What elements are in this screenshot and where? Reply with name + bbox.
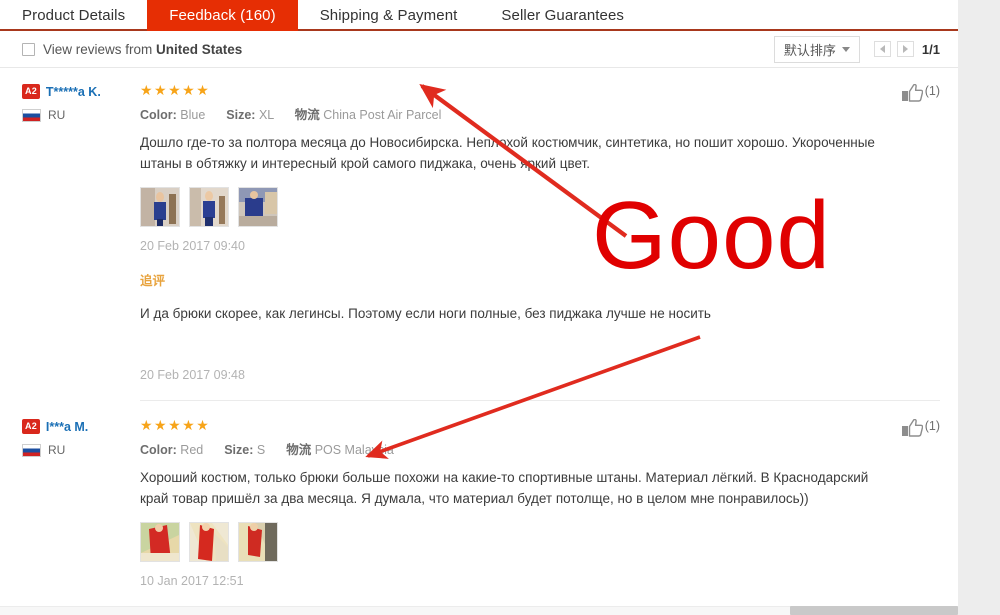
review-photo-thumbnail[interactable] — [189, 522, 229, 562]
photo-blue-outfit-1-icon — [141, 188, 179, 226]
review-photo-list — [140, 187, 896, 227]
pagination: 1/1 — [873, 41, 940, 57]
thumbs-up-icon — [901, 84, 923, 102]
flag-ru-icon — [22, 443, 41, 457]
additional-review-text: И да брюки скорее, как легинсы. Поэтому … — [140, 306, 711, 321]
attr-size-value: S — [256, 443, 266, 457]
tab-product-details-label: Product Details — [22, 7, 126, 24]
reviewer-username[interactable]: I***a M. — [46, 420, 88, 434]
country-filter-label-prefix: View reviews from — [43, 41, 157, 57]
country-filter-label: View reviews from United States — [43, 42, 242, 57]
tab-feedback[interactable]: Feedback (160) — [147, 0, 298, 31]
chevron-right-icon — [902, 45, 908, 53]
helpful-count: (1) — [924, 84, 940, 98]
photo-red-outfit-2-icon — [190, 523, 228, 561]
reviewer-username[interactable]: T*****a K. — [46, 85, 101, 99]
reviewer-info: A2 T*****a K. RU — [22, 82, 140, 382]
review-date: 20 Feb 2017 09:40 — [140, 239, 245, 253]
tab-seller-guarantees-label: Seller Guarantees — [501, 7, 625, 24]
chevron-left-icon — [879, 45, 885, 53]
page-indicator: 1/1 — [921, 41, 940, 57]
feedback-page: Product Details Feedback (160) Shipping … — [0, 0, 1000, 615]
buyer-level-badge: A2 — [22, 419, 40, 434]
attr-size-value: XL — [258, 108, 274, 122]
reviewer-name-line: A2 T*****a K. — [22, 84, 140, 99]
thumbs-up-icon — [901, 419, 923, 437]
review-attributes: Color: Red Size: S 物流 POS Malaysia — [140, 439, 896, 458]
helpful-count: (1) — [924, 419, 940, 433]
attr-size-key: Size: — [226, 108, 256, 122]
helpful-button[interactable]: (1) — [901, 82, 940, 382]
product-tab-bar: Product Details Feedback (160) Shipping … — [0, 0, 958, 31]
review-body: ★★★★★ Color: Blue Size: XL 物流 China Post… — [140, 82, 902, 382]
helpful-button[interactable]: (1) — [901, 417, 940, 588]
review-photo-thumbnail[interactable] — [140, 187, 180, 227]
photo-red-outfit-3-icon — [239, 523, 277, 561]
attr-size-key: Size: — [224, 443, 254, 457]
attr-color-value: Blue — [180, 108, 206, 122]
reviewer-info: A2 I***a M. RU — [22, 417, 140, 588]
rating-stars: ★★★★★ — [140, 417, 211, 433]
content-column: Product Details Feedback (160) Shipping … — [0, 0, 958, 615]
country-filter-checkbox[interactable] — [22, 42, 35, 56]
country-filter-checkbox-wrap[interactable]: View reviews from United States — [22, 42, 242, 57]
buyer-level-badge: A2 — [22, 84, 40, 99]
tab-feedback-label: Feedback (160) — [169, 7, 276, 24]
tab-shipping-payment-label: Shipping & Payment — [319, 7, 458, 24]
review-item: A2 T*****a K. RU ★★★★★ Color: Blue Size:… — [0, 68, 958, 382]
review-text: Дошло где-то за полтора месяца до Новоси… — [140, 135, 875, 171]
tab-seller-guarantees[interactable]: Seller Guarantees — [479, 0, 646, 31]
review-text: Хороший костюм, только брюки больше похо… — [140, 470, 869, 506]
reviewer-name-line: A2 I***a M. — [22, 419, 140, 434]
review-attributes: Color: Blue Size: XL 物流 China Post Air P… — [140, 104, 896, 123]
additional-review-date: 20 Feb 2017 09:48 — [140, 368, 245, 382]
photo-red-outfit-1-icon — [141, 523, 179, 561]
reviewer-country: RU — [22, 108, 140, 122]
attr-logistics-key: 物流 — [286, 443, 312, 457]
feedback-filter-bar: View reviews from United States 默认排序 1/1 — [0, 31, 958, 68]
horizontal-scrollbar-thumb[interactable] — [790, 606, 958, 615]
country-filter-label-country: United States — [156, 41, 243, 57]
country-code: RU — [48, 443, 66, 457]
filter-right-controls: 默认排序 1/1 — [773, 35, 940, 63]
attr-logistics-key: 物流 — [294, 108, 320, 122]
review-date: 10 Jan 2017 12:51 — [140, 574, 244, 588]
photo-blue-outfit-3-icon — [239, 188, 277, 226]
additional-review-label: 追评 — [140, 274, 166, 288]
review-body: ★★★★★ Color: Red Size: S 物流 POS Malaysia… — [140, 417, 902, 588]
page-right-gutter — [958, 0, 1000, 615]
review-photo-list — [140, 522, 896, 562]
photo-blue-outfit-2-icon — [190, 188, 228, 226]
attr-logistics-value: POS Malaysia — [314, 443, 394, 457]
review-item: A2 I***a M. RU ★★★★★ Color: Red Size: S — [0, 401, 958, 588]
prev-page-button[interactable] — [873, 41, 891, 57]
next-page-button[interactable] — [896, 41, 914, 57]
attr-color-value: Red — [180, 443, 204, 457]
tab-product-details[interactable]: Product Details — [0, 0, 147, 31]
sort-order-value: 默认排序 — [783, 42, 836, 58]
rating-stars: ★★★★★ — [140, 82, 211, 98]
horizontal-scrollbar[interactable] — [0, 606, 958, 615]
chevron-down-icon — [841, 46, 850, 52]
review-photo-thumbnail[interactable] — [238, 187, 278, 227]
country-code: RU — [48, 108, 66, 122]
sort-order-dropdown[interactable]: 默认排序 — [773, 35, 860, 63]
review-photo-thumbnail[interactable] — [140, 522, 180, 562]
tab-shipping-payment[interactable]: Shipping & Payment — [298, 0, 480, 31]
attr-color-key: Color: — [140, 108, 177, 122]
flag-ru-icon — [22, 108, 41, 122]
reviewer-country: RU — [22, 443, 140, 457]
attr-logistics-value: China Post Air Parcel — [323, 108, 442, 122]
review-photo-thumbnail[interactable] — [189, 187, 229, 227]
review-photo-thumbnail[interactable] — [238, 522, 278, 562]
attr-color-key: Color: — [140, 443, 177, 457]
